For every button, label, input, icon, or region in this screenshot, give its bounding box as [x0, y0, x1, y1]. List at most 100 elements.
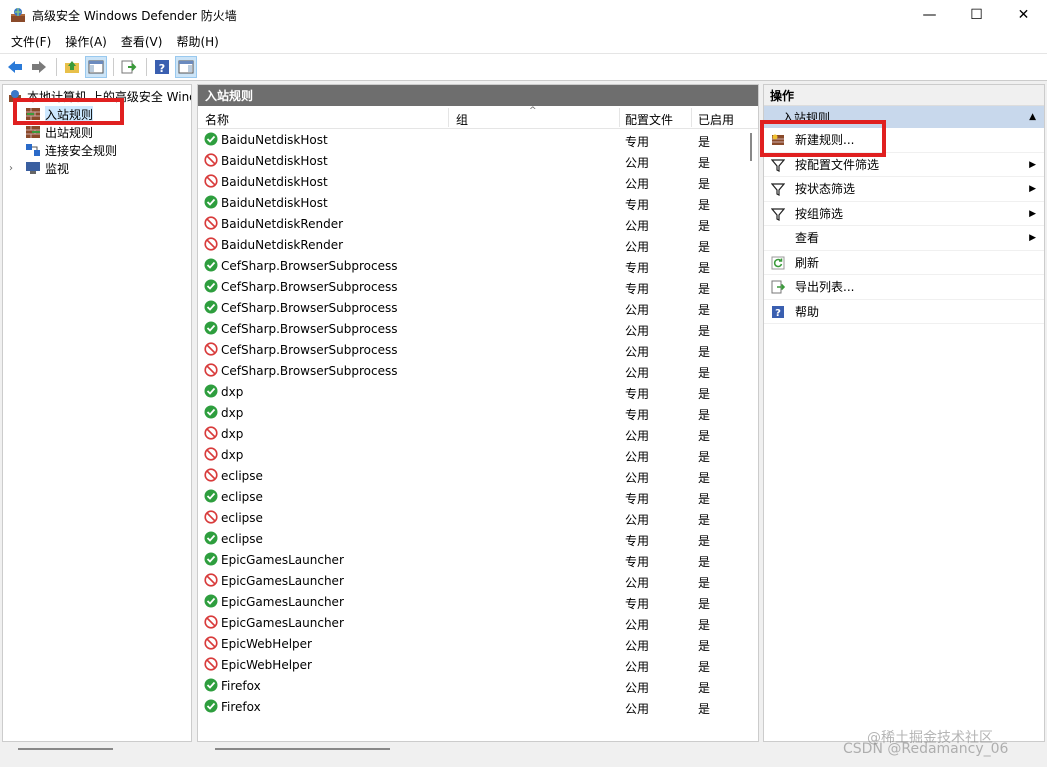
table-row[interactable]: eclipse 公用 是	[198, 465, 746, 486]
forward-icon[interactable]	[28, 56, 50, 78]
rule-name: BaiduNetdiskHost	[221, 133, 328, 147]
action-item[interactable]: 按状态筛选 ▶	[764, 177, 1044, 202]
scrollbar-thumb[interactable]	[750, 133, 752, 161]
rule-name: Firefox	[221, 679, 261, 693]
rule-enabled: 是	[698, 513, 711, 527]
column-header-profile[interactable]: 配置文件	[625, 111, 673, 128]
maximize-button[interactable]: ☐	[953, 0, 1000, 30]
rule-name: eclipse	[221, 511, 263, 525]
rule-enabled: 是	[698, 324, 711, 338]
scrollbar-thumb[interactable]	[18, 748, 113, 750]
up-folder-icon[interactable]	[61, 56, 83, 78]
table-row[interactable]: BaiduNetdiskHost 公用 是	[198, 150, 746, 171]
actions-section-inbound-rules[interactable]: 入站规则 ▲	[764, 106, 1044, 128]
rule-profile: 专用	[625, 492, 650, 506]
action-item[interactable]: 刷新	[764, 251, 1044, 275]
rule-name: CefSharp.BrowserSubprocess	[221, 259, 398, 273]
rule-enabled: 是	[698, 261, 711, 275]
table-row[interactable]: EpicGamesLauncher 专用 是	[198, 591, 746, 612]
action-item[interactable]: 查看 ▶	[764, 226, 1044, 251]
tree-root[interactable]: 本地计算机 上的高级安全 Windows Defender 防火墙	[7, 87, 191, 105]
table-row[interactable]: BaiduNetdiskRender 公用 是	[198, 213, 746, 234]
table-row[interactable]: CefSharp.BrowserSubprocess 公用 是	[198, 318, 746, 339]
column-divider[interactable]	[448, 108, 449, 127]
table-row[interactable]: dxp 专用 是	[198, 402, 746, 423]
table-row[interactable]: eclipse 公用 是	[198, 507, 746, 528]
table-row[interactable]: eclipse 专用 是	[198, 528, 746, 549]
action-item[interactable]: 按组筛选 ▶	[764, 202, 1044, 226]
column-header-enabled[interactable]: 已启用	[698, 111, 734, 128]
column-divider[interactable]	[619, 108, 620, 127]
firewall-computer-icon	[7, 89, 23, 103]
vertical-scrollbar[interactable]	[744, 129, 758, 719]
rule-enabled: 是	[698, 555, 711, 569]
block-icon	[204, 426, 218, 440]
table-row[interactable]: dxp 公用 是	[198, 444, 746, 465]
rule-enabled: 是	[698, 345, 711, 359]
rule-name: CefSharp.BrowserSubprocess	[221, 343, 398, 357]
table-row[interactable]: EpicWebHelper 公用 是	[198, 654, 746, 675]
menu-help[interactable]: 帮助(H)	[169, 33, 225, 50]
collapse-icon[interactable]: ▲	[1029, 112, 1036, 122]
table-row[interactable]: BaiduNetdiskHost 专用 是	[198, 192, 746, 213]
menu-view[interactable]: 查看(V)	[114, 33, 170, 50]
tree-item-connection-security-rules[interactable]: 连接安全规则	[25, 141, 117, 159]
column-header-group[interactable]: 组	[456, 111, 468, 128]
new-rule-icon	[771, 133, 785, 147]
outbound-rules-icon	[25, 125, 41, 139]
action-item[interactable]: 按配置文件筛选 ▶	[764, 153, 1044, 177]
table-row[interactable]: Firefox 公用 是	[198, 675, 746, 696]
action-label: 帮助	[795, 304, 820, 319]
table-row[interactable]: CefSharp.BrowserSubprocess 公用 是	[198, 297, 746, 318]
scrollbar-thumb[interactable]	[215, 748, 390, 750]
allow-check-icon	[204, 405, 218, 419]
back-icon[interactable]	[4, 56, 26, 78]
rule-name: BaiduNetdiskHost	[221, 175, 328, 189]
minimize-button[interactable]: —	[906, 0, 953, 30]
rule-profile: 专用	[625, 534, 650, 548]
export-list-icon[interactable]	[118, 56, 140, 78]
table-row[interactable]: EpicWebHelper 公用 是	[198, 633, 746, 654]
show-action-pane-icon[interactable]	[175, 56, 197, 78]
menu-action[interactable]: 操作(A)	[58, 33, 114, 50]
rule-profile: 专用	[625, 261, 650, 275]
show-tree-icon[interactable]	[85, 56, 107, 78]
table-row[interactable]: CefSharp.BrowserSubprocess 公用 是	[198, 339, 746, 360]
tree-item-outbound-rules[interactable]: 出站规则	[25, 123, 93, 141]
table-row[interactable]: BaiduNetdiskHost 专用 是	[198, 129, 746, 150]
table-row[interactable]: CefSharp.BrowserSubprocess 公用 是	[198, 360, 746, 381]
rule-enabled: 是	[698, 681, 711, 695]
menu-file[interactable]: 文件(F)	[4, 33, 58, 50]
rule-profile: 公用	[625, 219, 650, 233]
table-row[interactable]: CefSharp.BrowserSubprocess 专用 是	[198, 276, 746, 297]
table-row[interactable]: dxp 公用 是	[198, 423, 746, 444]
table-row[interactable]: BaiduNetdiskRender 公用 是	[198, 234, 746, 255]
title-bar: 高级安全 Windows Defender 防火墙 — ☐ ✕	[0, 0, 1047, 30]
table-row[interactable]: EpicGamesLauncher 公用 是	[198, 612, 746, 633]
rule-name: EpicGamesLauncher	[221, 595, 344, 609]
close-button[interactable]: ✕	[1000, 0, 1047, 30]
action-item[interactable]: 导出列表...	[764, 275, 1044, 300]
tree-item-inbound-rules[interactable]: 入站规则	[25, 105, 94, 123]
action-item[interactable]: ? 帮助	[764, 300, 1044, 324]
action-item[interactable]: 新建规则...	[764, 128, 1044, 153]
table-row[interactable]: EpicGamesLauncher 公用 是	[198, 570, 746, 591]
rule-profile: 公用	[625, 429, 650, 443]
column-divider[interactable]	[691, 108, 692, 127]
tree-item-label: 入站规则	[45, 105, 94, 123]
table-row[interactable]: Firefox 公用 是	[198, 696, 746, 717]
rule-name: BaiduNetdiskRender	[221, 217, 344, 231]
chevron-right-icon[interactable]: ›	[9, 163, 19, 174]
export-icon	[771, 280, 786, 294]
tree-item-monitoring[interactable]: › 监视	[9, 159, 69, 177]
help-icon[interactable]: ?	[151, 56, 173, 78]
center-horizontal-scrollbar[interactable]	[197, 742, 759, 756]
table-row[interactable]: eclipse 专用 是	[198, 486, 746, 507]
table-row[interactable]: BaiduNetdiskHost 公用 是	[198, 171, 746, 192]
table-row[interactable]: dxp 专用 是	[198, 381, 746, 402]
table-row[interactable]: EpicGamesLauncher 专用 是	[198, 549, 746, 570]
submenu-arrow-icon: ▶	[1029, 184, 1036, 194]
table-row[interactable]: CefSharp.BrowserSubprocess 专用 是	[198, 255, 746, 276]
left-horizontal-scrollbar[interactable]	[2, 742, 192, 756]
column-header-name[interactable]: 名称	[205, 111, 229, 128]
